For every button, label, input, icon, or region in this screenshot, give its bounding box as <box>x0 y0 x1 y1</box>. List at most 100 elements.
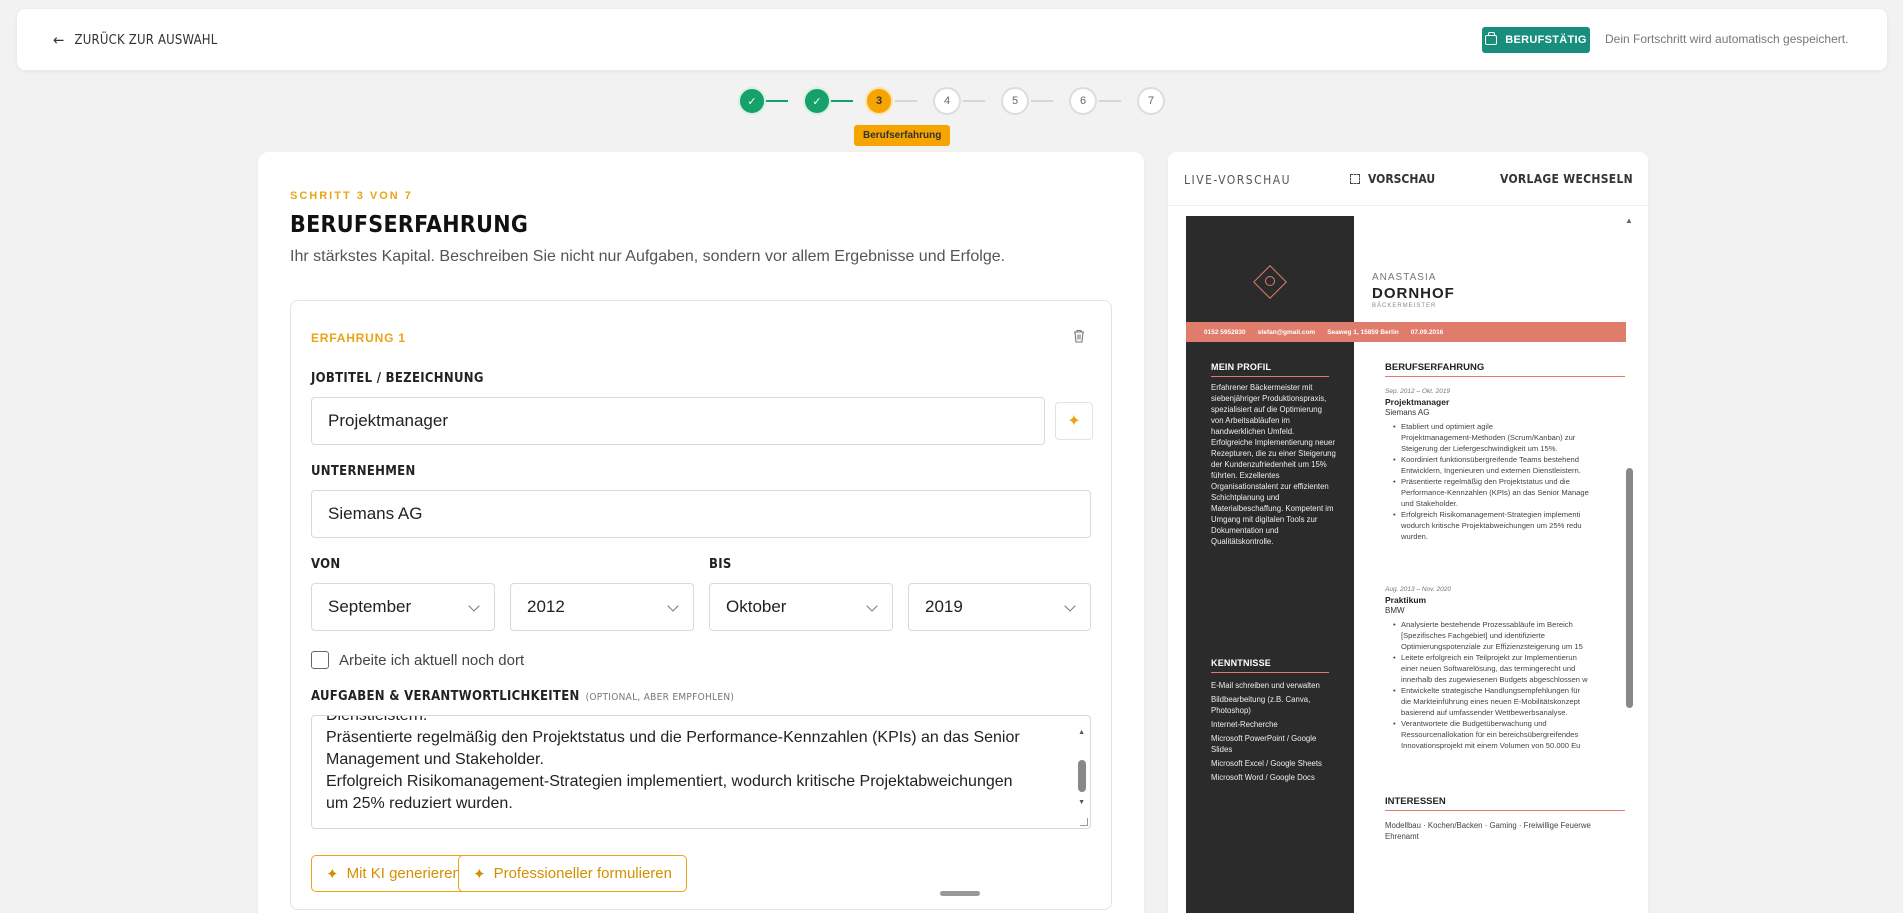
ai-generate-button[interactable]: ✦ Mit KI generieren <box>311 855 476 892</box>
tasks-optional-hint: (OPTIONAL, ABER EMPFOHLEN) <box>585 692 735 703</box>
cv-bullet: Steigerung der Liefergeschwindigkeit um … <box>1401 444 1558 453</box>
cv-address: Seaweg 1, 15859 Berlin <box>1327 328 1399 336</box>
tasks-line: Präsentierte regelmäßig den Projektstatu… <box>326 729 1020 746</box>
cv-role: BÄCKERMEISTER <box>1372 303 1437 309</box>
preview-label: VORSCHAU <box>1368 172 1436 186</box>
ai-suggest-button[interactable]: ✦ <box>1055 402 1093 440</box>
tasks-line: Management und Stakeholder. <box>326 751 544 768</box>
from-month-select[interactable]: September <box>311 583 495 631</box>
cv-bullet: wodurch kritische Projektabweichungen um… <box>1401 521 1582 530</box>
chevron-down-icon <box>667 600 679 612</box>
employment-status-badge[interactable]: BERUFSTÄTIG <box>1482 27 1590 53</box>
current-job-checkbox[interactable] <box>311 651 329 669</box>
top-bar: ← ZURÜCK ZUR AUSWAHL BERUFSTÄTIG Dein Fo… <box>17 9 1887 70</box>
cv-skill: Internet-Recherche <box>1211 720 1278 729</box>
cv-document: ANASTASIA DORNHOF BÄCKERMEISTER 0152 595… <box>1186 216 1632 913</box>
form-card: SCHRITT 3 VON 7 BERUFSERFAHRUNG Ihr stär… <box>258 152 1144 913</box>
step-7[interactable]: 7 <box>1137 87 1165 115</box>
magic-wand-icon: ✦ <box>1067 413 1081 430</box>
fullscreen-preview-button[interactable]: VORSCHAU <box>1350 172 1435 186</box>
scroll-down-icon[interactable]: ▼ <box>1078 792 1085 814</box>
cv-job-bullets: Analysierte bestehende Prozessabläufe im… <box>1393 619 1632 751</box>
tasks-line: Dienstleistern. <box>326 715 428 724</box>
cv-bullet: basierend auf umfassender Wettbewerbsana… <box>1401 708 1568 717</box>
step-2-done[interactable]: ✓ <box>803 87 831 115</box>
cv-profile-text: Erfahrener Bäckermeister mit siebenjähri… <box>1211 383 1336 546</box>
current-job-row[interactable]: Arbeite ich aktuell noch dort <box>311 651 524 669</box>
textarea-scrollbar[interactable] <box>1078 760 1086 792</box>
cv-bullet: Entwicklern, Ingenieuren und externen Di… <box>1401 466 1581 475</box>
cv-bullet: die Markteinführung eines neuen E-Mobili… <box>1401 697 1580 706</box>
autosave-text: Dein Fortschritt wird automatisch gespei… <box>1605 32 1849 46</box>
preview-scrollbar[interactable] <box>1626 468 1633 708</box>
scroll-up-icon[interactable]: ▲ <box>1078 722 1085 744</box>
cv-bullet: Erfolgreich Risikomanagement-Strategien … <box>1393 509 1632 520</box>
cv-bullet: Innovationsprojekt mit einem Volumen von… <box>1401 741 1581 750</box>
cv-bullet: wurden. <box>1401 532 1429 541</box>
cv-job-title: Projektmanager <box>1385 397 1450 407</box>
cv-job-date: Aug. 2013 – Nov. 2020 <box>1385 586 1452 593</box>
step-3-active[interactable]: 3 <box>865 87 893 115</box>
cv-bullet: einer neuen Softwarelösung, das terminge… <box>1401 664 1576 673</box>
cv-bullet: Verantwortete die Budgetüberwachung und <box>1393 718 1632 729</box>
cv-job-bullets: Etabliert und optimiert agile Projektman… <box>1393 421 1632 542</box>
trash-icon[interactable] <box>1073 329 1085 343</box>
cv-bullet: Leitete erfolgreich ein Teilprojekt zur … <box>1393 652 1632 663</box>
from-year-value: 2012 <box>527 597 565 616</box>
step-1-done[interactable]: ✓ <box>738 87 766 115</box>
change-template-button[interactable]: VORLAGE WECHSELN <box>1500 172 1633 186</box>
scroll-up-icon[interactable]: ▲ <box>1625 216 1633 225</box>
step-connector <box>963 100 985 102</box>
cv-skills-list: E-Mail schreiben und verwalten Bildbearb… <box>1211 680 1336 786</box>
live-preview-label: LIVE-VORSCHAU <box>1184 173 1292 187</box>
cv-sidebar <box>1186 216 1354 913</box>
cv-skill: Microsoft Word / Google Docs <box>1211 773 1315 782</box>
tasks-line: Erfolgreich Risikomanagement-Strategien … <box>326 773 1013 790</box>
step-counter: SCHRITT 3 VON 7 <box>290 190 413 202</box>
expand-icon <box>1350 174 1360 184</box>
ai-generate-label: Mit KI generieren <box>346 865 461 882</box>
back-label: ZURÜCK ZUR AUSWAHL <box>74 32 218 48</box>
tasks-line: um 25% reduziert wurden. <box>326 795 513 812</box>
to-month-value: Oktober <box>726 597 787 616</box>
cv-phone: 0152 5952830 <box>1204 328 1246 336</box>
arrow-left-icon: ← <box>53 31 65 49</box>
drag-handle[interactable] <box>940 891 980 896</box>
back-button[interactable]: ← ZURÜCK ZUR AUSWAHL <box>53 31 218 49</box>
job-title-label: JOBTITEL / BEZEICHNUNG <box>311 371 484 386</box>
step-5[interactable]: 5 <box>1001 87 1029 115</box>
from-month-value: September <box>328 597 412 616</box>
cv-contact-band: 0152 5952830 stefan@gmail.com Seaweg 1, … <box>1186 322 1626 342</box>
preview-header: LIVE-VORSCHAU VORSCHAU VORLAGE WECHSELN <box>1168 152 1648 206</box>
briefcase-icon <box>1485 32 1498 45</box>
to-month-select[interactable]: Oktober <box>709 583 893 631</box>
resize-handle[interactable] <box>1080 818 1088 826</box>
ai-rephrase-button[interactable]: ✦ Professioneller formulieren <box>458 855 687 892</box>
step-connector <box>1031 100 1053 102</box>
experience-block: ERFAHRUNG 1 JOBTITEL / BEZEICHNUNG Proje… <box>290 300 1112 910</box>
from-year-select[interactable]: 2012 <box>510 583 694 631</box>
chevron-down-icon <box>1064 600 1076 612</box>
tasks-textarea[interactable]: Dienstleistern. Präsentierte regelmäßig … <box>311 715 1091 829</box>
cv-birthdate: 07.09.2016 <box>1410 328 1444 336</box>
cv-bullet: innerhalb des zugewiesenen Budgets abges… <box>1401 675 1588 684</box>
from-label: VON <box>311 557 341 572</box>
cv-job-company: Siemans AG <box>1385 408 1430 417</box>
cv-bullet: Koordiniert funktionsübergreifende Teams… <box>1393 454 1632 465</box>
cv-bullet: Optimierungspotenziale zur Effizienzstei… <box>1401 642 1583 651</box>
step-4[interactable]: 4 <box>933 87 961 115</box>
current-job-label: Arbeite ich aktuell noch dort <box>339 651 525 669</box>
company-input[interactable]: Siemans AG <box>311 490 1091 538</box>
cv-email: stefan@gmail.com <box>1257 328 1316 336</box>
step-6[interactable]: 6 <box>1069 87 1097 115</box>
to-year-select[interactable]: 2019 <box>908 583 1091 631</box>
cv-job-title: Praktikum <box>1385 595 1427 605</box>
cv-skill: E-Mail schreiben und verwalten <box>1211 681 1320 690</box>
to-year-value: 2019 <box>925 597 963 616</box>
cv-last-name: DORNHOF <box>1372 285 1455 302</box>
cv-bullet: Projektmanagement-Methoden (Scrum/Kanban… <box>1401 433 1576 442</box>
job-title-input[interactable]: Projektmanager <box>311 397 1045 445</box>
cv-bullet: Etabliert und optimiert agile <box>1393 421 1632 432</box>
badge-label: BERUFSTÄTIG <box>1505 34 1587 46</box>
progress-stepper: ✓ ✓ 3 4 5 6 7 <box>738 87 1170 115</box>
